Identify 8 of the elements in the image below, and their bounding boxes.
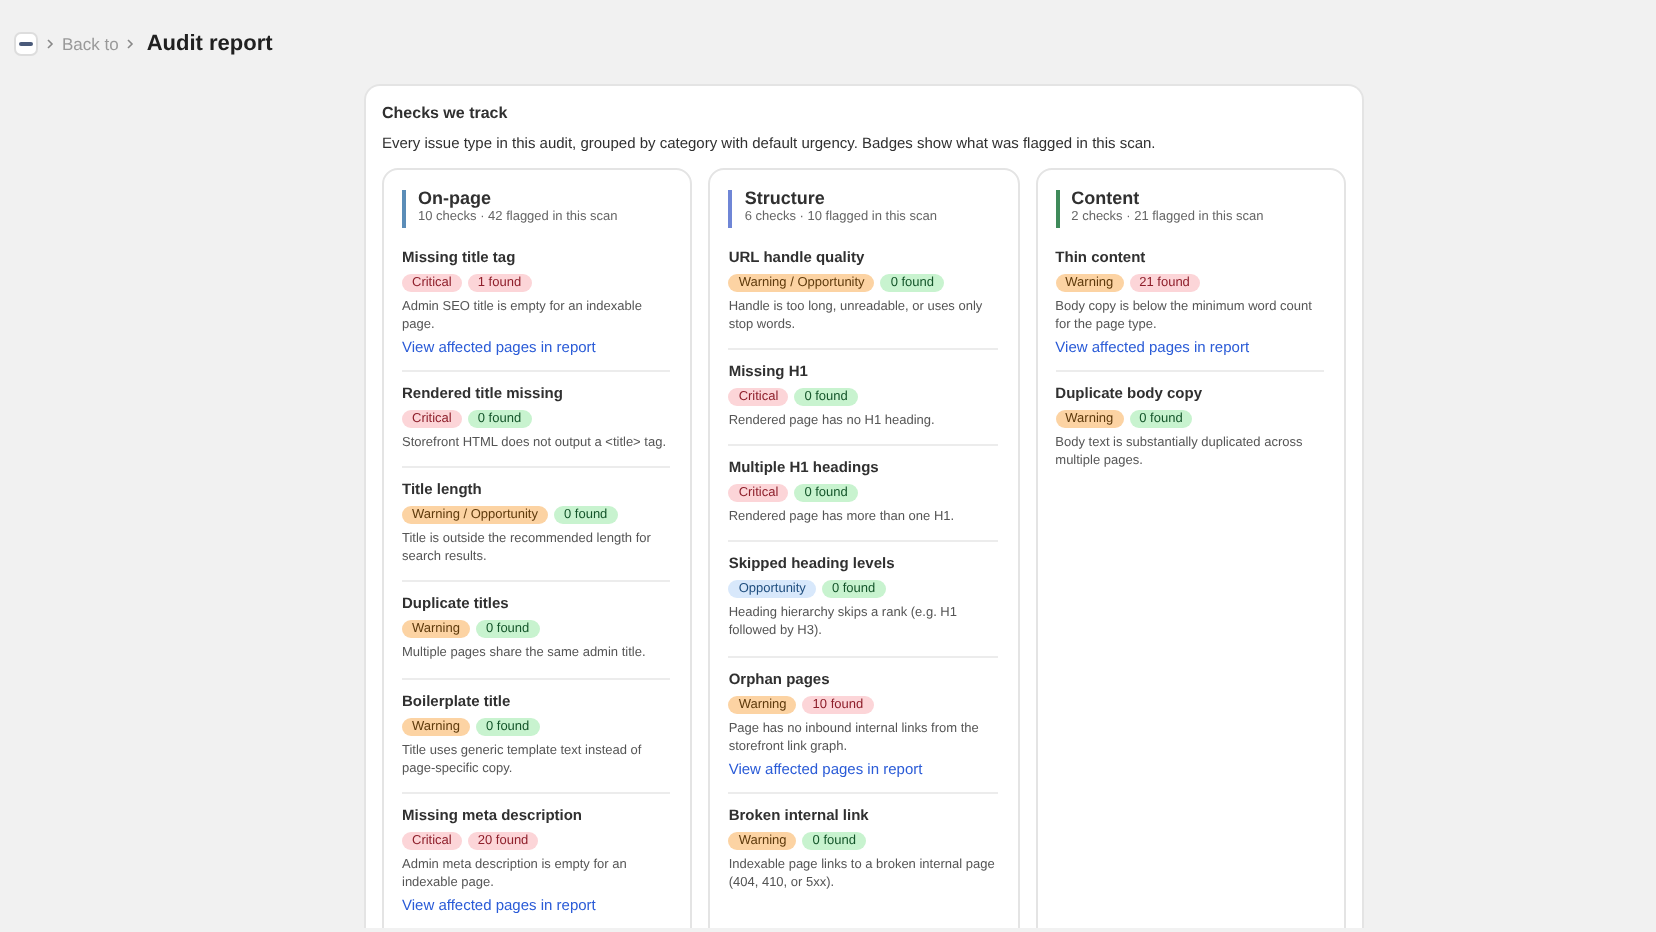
store-logo-icon[interactable] [14,32,38,56]
category-title: Content [1071,188,1142,208]
chevron-icon [126,38,135,50]
panel-title: Checks we track [382,104,510,122]
chevron-icon [46,38,54,50]
page-title: Audit report [146,32,273,56]
category-title: On-page [418,188,494,208]
category-title: Structure [744,188,827,208]
